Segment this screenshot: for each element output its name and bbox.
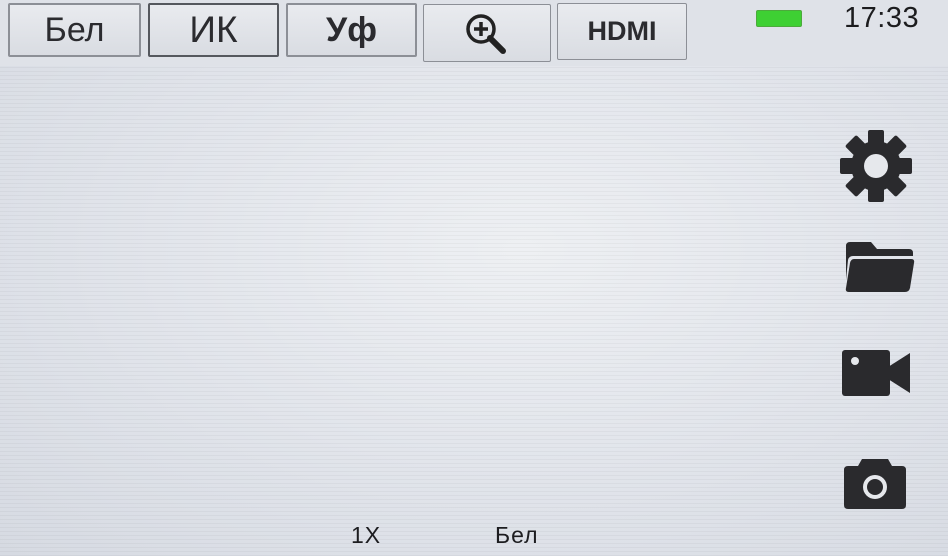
infrared-mode-button[interactable]: ИК: [148, 3, 279, 57]
battery-indicator: [756, 10, 802, 27]
gear-icon[interactable]: [838, 128, 914, 204]
current-mode-indicator: Бел: [495, 522, 539, 548]
zoom-in-icon: [466, 14, 506, 54]
top-toolbar: Бел ИК Уф HDMI 17:33: [0, 0, 948, 66]
clock: 17:33: [844, 2, 920, 34]
hdmi-output-button[interactable]: HDMI: [557, 3, 687, 60]
camera-icon[interactable]: [842, 455, 908, 511]
zoom-level-indicator: 1X: [351, 522, 382, 548]
white-light-mode-button[interactable]: Бел: [8, 3, 141, 57]
folder-icon[interactable]: [845, 240, 915, 294]
zoom-button[interactable]: [423, 4, 551, 62]
video-camera-icon[interactable]: [842, 349, 912, 399]
ultraviolet-mode-button[interactable]: Уф: [286, 3, 417, 57]
camera-preview: [0, 0, 948, 556]
